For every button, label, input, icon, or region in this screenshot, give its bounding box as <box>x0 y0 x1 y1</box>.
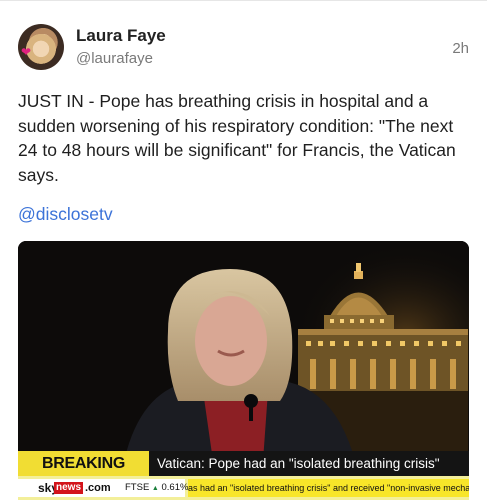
post-timestamp[interactable]: 2h <box>452 40 469 57</box>
heart-icon: ❤ <box>21 45 32 59</box>
author-name[interactable]: Laura Faye <box>76 26 166 46</box>
author-handle[interactable]: @laurafaye <box>76 50 153 67</box>
breaking-news-label: BREAKING NEWS <box>18 451 149 497</box>
avatar[interactable]: ❤ <box>18 24 64 70</box>
ftse-label: FTSE <box>125 482 150 493</box>
top-divider <box>0 0 487 1</box>
breaking-headline: Vatican: Pope had an "isolated breathing… <box>149 451 469 476</box>
news-ticker: BREAKING NEWS Vatican: Pope had an "isol… <box>18 451 469 500</box>
logo-news-text: news <box>54 482 84 494</box>
post-header: ❤ Laura Faye @laurafaye 2h <box>18 24 469 74</box>
ftse-indicator: FTSE ▲ 0.61% <box>119 479 188 497</box>
sky-news-logo: sky news .com <box>18 479 119 497</box>
logo-com-text: .com <box>85 482 111 494</box>
ftse-change: 0.61% <box>161 482 189 493</box>
ticker-scroll-text: as had an "isolated breathing crisis" an… <box>188 479 469 497</box>
video-media[interactable]: BREAKING NEWS Vatican: Pope had an "isol… <box>18 241 469 500</box>
ticker-bar: sky news .com FTSE ▲ 0.61% as had an "is… <box>18 476 469 500</box>
up-arrow-icon: ▲ <box>151 485 159 492</box>
post-text: JUST IN - Pope has breathing crisis in h… <box>18 91 456 185</box>
mention-link[interactable]: @disclosetv <box>18 204 113 225</box>
